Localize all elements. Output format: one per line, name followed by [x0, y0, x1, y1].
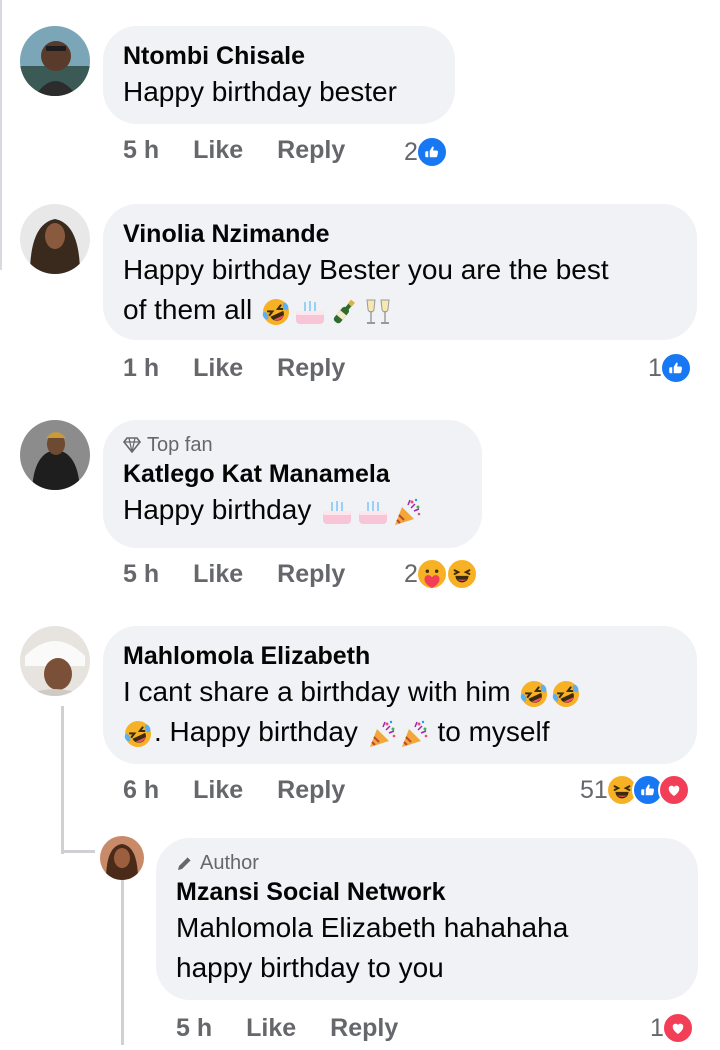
top-fan-badge: Top fan — [123, 432, 462, 458]
like-icon — [415, 136, 448, 168]
avatar[interactable] — [20, 204, 90, 274]
party-popper-emoji — [392, 497, 422, 527]
comment-time[interactable]: 5 h — [123, 560, 159, 589]
avatar[interactable] — [20, 626, 90, 696]
reaction-summary[interactable]: 2 — [404, 136, 448, 168]
comment-actions: 5 h Like Reply — [123, 560, 379, 589]
thread-line-reply — [121, 880, 124, 1045]
reply-actions: 5 h Like Reply — [176, 1014, 432, 1043]
left-edge-line — [0, 0, 2, 270]
party-popper-emoji — [399, 719, 429, 749]
like-button[interactable]: Like — [193, 776, 243, 805]
thread-line-vertical — [61, 706, 64, 854]
comment-actions: 6 h Like Reply — [123, 776, 379, 805]
comment-text-line: I cant share a birthday with him — [123, 672, 677, 712]
clinking-glasses-emoji — [361, 297, 395, 327]
reaction-summary[interactable]: 1 — [648, 352, 692, 384]
comment-time[interactable]: 1 h — [123, 354, 159, 383]
commenter-name[interactable]: Vinolia Nzimande — [123, 218, 677, 250]
comment-time[interactable]: 5 h — [176, 1014, 212, 1043]
thread-line-elbow — [61, 850, 95, 853]
love-icon — [661, 1012, 694, 1044]
comment-text-fragment: I cant share a birthday with him — [123, 676, 511, 707]
haha-icon — [445, 558, 478, 590]
like-button[interactable]: Like — [193, 136, 243, 165]
comment-text-line: Happy birthday Bester you are the best — [123, 254, 609, 285]
comment-time[interactable]: 6 h — [123, 776, 159, 805]
comment-actions: 1 h Like Reply — [123, 354, 379, 383]
like-button[interactable]: Like — [193, 560, 243, 589]
commenter-name[interactable]: Ntombi Chisale — [123, 40, 435, 72]
comment-bubble[interactable]: Top fan Katlego Kat Manamela Happy birth… — [103, 420, 482, 548]
reaction-summary[interactable]: 1 — [650, 1012, 694, 1044]
comment-text-line: happy birthday to you — [176, 952, 444, 983]
author-badge: Author — [176, 850, 678, 876]
champagne-emoji — [329, 297, 359, 327]
love-icon — [657, 774, 690, 806]
commenter-name[interactable]: Mahlomola Elizabeth — [123, 640, 677, 672]
avatar[interactable] — [20, 26, 90, 96]
badge-label: Author — [200, 852, 259, 874]
like-button[interactable]: Like — [193, 354, 243, 383]
reaction-summary[interactable]: 2 — [404, 558, 478, 590]
party-popper-emoji — [367, 719, 397, 749]
reaction-count: 51 — [580, 775, 608, 804]
comment-actions: 5 h Like Reply — [123, 136, 379, 165]
comment-text: Happy birthday bester — [123, 76, 397, 107]
comment-bubble[interactable]: Vinolia Nzimande Happy birthday Bester y… — [103, 204, 697, 340]
commenter-name[interactable]: Mzansi Social Network — [176, 876, 678, 908]
birthday-cake-emoji — [320, 497, 354, 527]
comment-text-fragment: Happy birthday — [123, 494, 312, 525]
pencil-icon — [178, 856, 192, 870]
reply-button[interactable]: Reply — [277, 136, 345, 165]
reaction-summary[interactable]: 51 — [580, 774, 690, 806]
like-icon — [659, 352, 692, 384]
comment-bubble[interactable]: Mahlomola Elizabeth I cant share a birth… — [103, 626, 697, 764]
reply-button[interactable]: Reply — [277, 354, 345, 383]
rolling-laughing-emoji — [519, 679, 549, 709]
avatar[interactable] — [100, 836, 144, 880]
comment-time[interactable]: 5 h — [123, 136, 159, 165]
like-button[interactable]: Like — [246, 1014, 296, 1043]
comment-text-fragment: of them all — [123, 294, 253, 325]
comment-text-fragment: to myself — [437, 716, 550, 747]
reply-bubble[interactable]: Author Mzansi Social Network Mahlomola E… — [156, 838, 698, 1000]
comment-bubble[interactable]: Ntombi Chisale Happy birthday bester — [103, 26, 455, 124]
birthday-cake-emoji — [293, 297, 327, 327]
comment-text-fragment: . Happy birthday — [154, 716, 358, 747]
badge-label: Top fan — [147, 434, 213, 456]
comment-text-line: Mahlomola Elizabeth hahahaha — [176, 912, 569, 943]
rolling-laughing-emoji — [551, 679, 581, 709]
reply-button[interactable]: Reply — [330, 1014, 398, 1043]
comment-text-line: . Happy birthday to myself — [123, 712, 677, 752]
commenter-name[interactable]: Katlego Kat Manamela — [123, 458, 462, 490]
birthday-cake-emoji — [356, 497, 390, 527]
comment-text-line: of them all — [123, 290, 677, 330]
reply-button[interactable]: Reply — [277, 560, 345, 589]
reply-button[interactable]: Reply — [277, 776, 345, 805]
diamond-icon — [123, 437, 141, 453]
avatar[interactable] — [20, 420, 90, 490]
rolling-laughing-emoji — [261, 297, 291, 327]
care-icon — [415, 558, 448, 590]
comment-text-line: Happy birthday — [123, 490, 462, 530]
rolling-laughing-emoji — [123, 719, 153, 749]
